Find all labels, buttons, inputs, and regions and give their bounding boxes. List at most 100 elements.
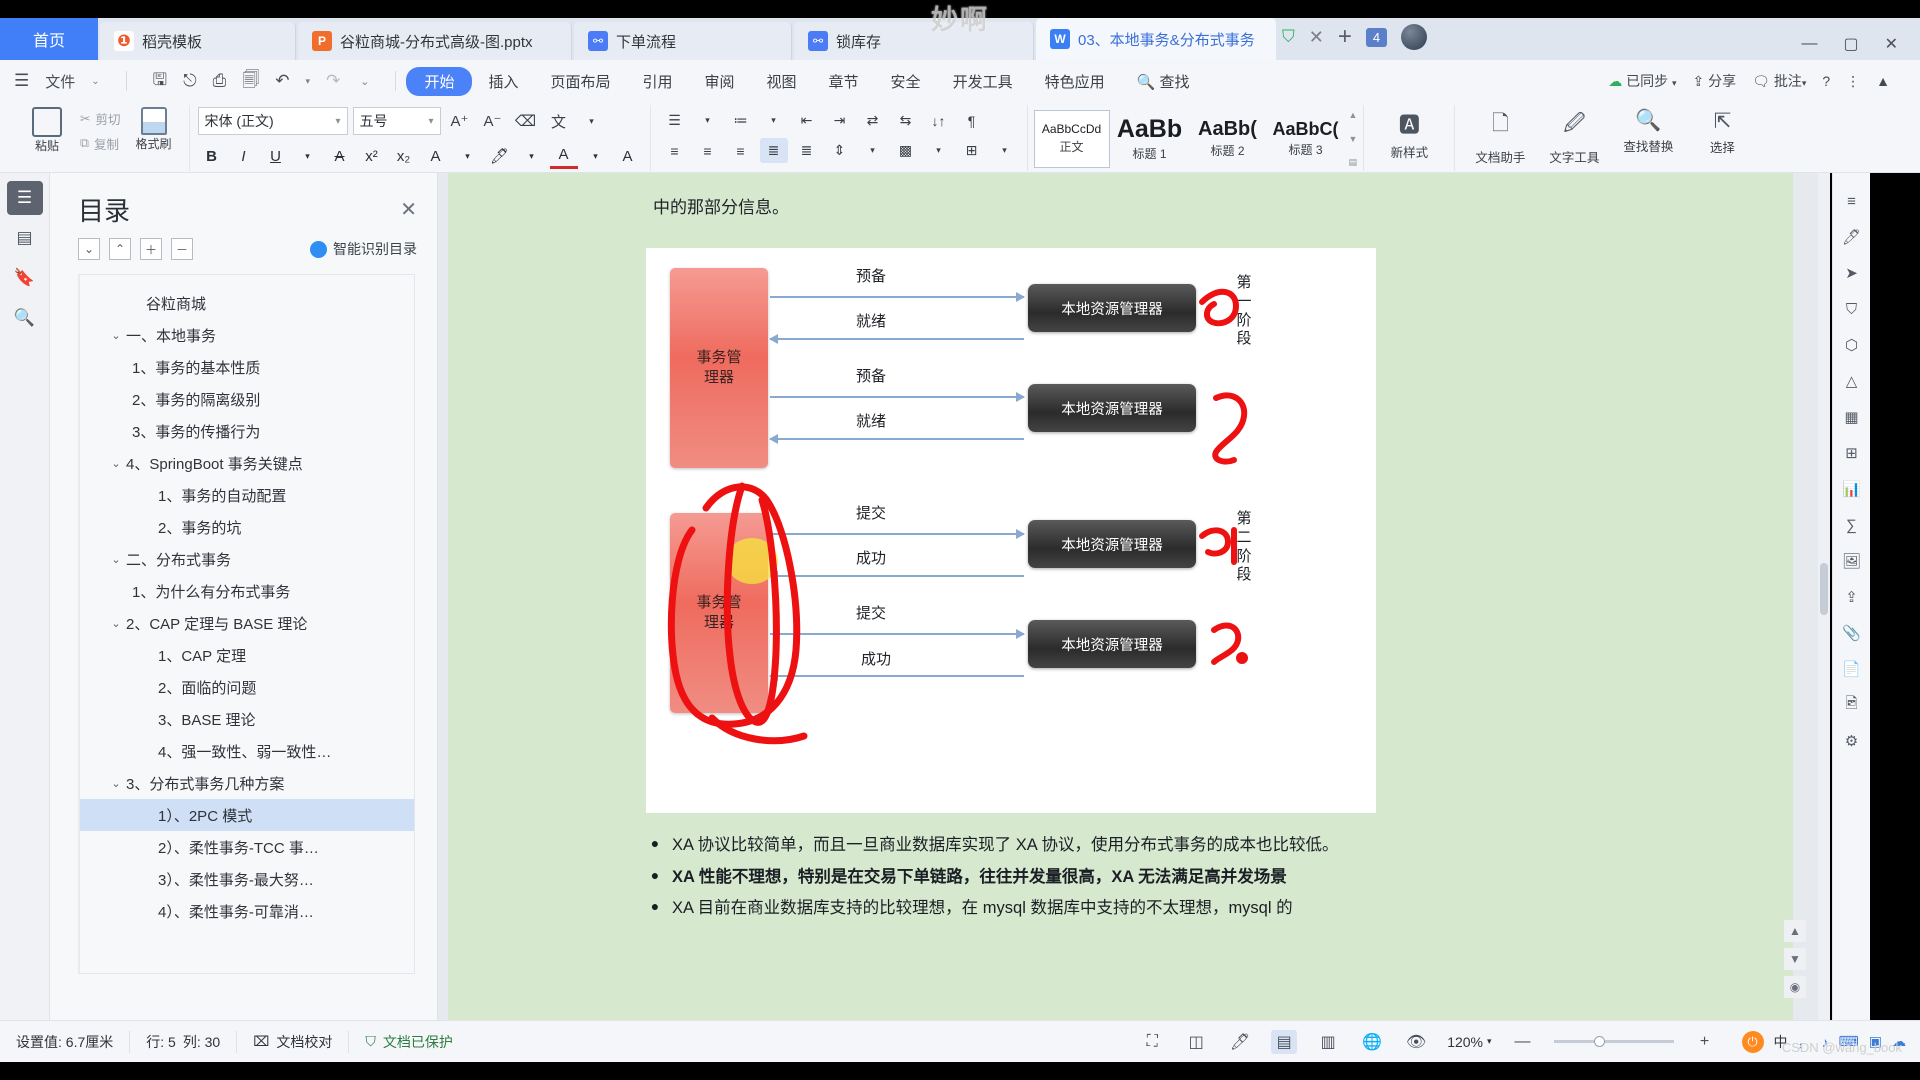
rtl-icon[interactable]: ⇆ bbox=[892, 108, 920, 133]
chevron-down-icon[interactable]: ▾ bbox=[760, 108, 788, 133]
collapse-all-icon[interactable]: ⌄ bbox=[78, 238, 100, 260]
toc-item[interactable]: 2）、柔性事务-TCC 事… bbox=[80, 831, 414, 863]
show-marks-icon[interactable]: ¶ bbox=[958, 108, 986, 133]
style-normal[interactable]: AaBbCcDd 正文 bbox=[1033, 110, 1110, 168]
strikethrough-button[interactable]: A bbox=[326, 143, 354, 169]
shield-tool-icon[interactable]: ⛉ bbox=[1839, 297, 1865, 321]
shield-icon[interactable]: ⛉ bbox=[1282, 27, 1295, 47]
document-page[interactable]: 中的那部分信息。 事务管 理器 本地资源管理器 本地资源管理器 预备 就绪 预备… bbox=[448, 173, 1793, 1020]
chevron-down-icon[interactable]: ▾ bbox=[694, 108, 722, 133]
style-heading-2[interactable]: AaBb( 标题 2 bbox=[1190, 110, 1266, 168]
chart-icon[interactable]: 📊 bbox=[1839, 477, 1865, 501]
char-shading-button[interactable]: A bbox=[614, 143, 642, 169]
table-icon[interactable]: ▦ bbox=[1839, 405, 1865, 429]
zoom-level-label[interactable]: 120% ▾ bbox=[1447, 1034, 1491, 1050]
collapse-ribbon-button[interactable]: ▲ bbox=[1876, 73, 1890, 89]
more-icon[interactable]: ⌄ bbox=[360, 75, 369, 88]
style-heading-1[interactable]: AaBb 标题 1 bbox=[1112, 110, 1188, 168]
proofread-button[interactable]: ⌧ 文档校对 bbox=[237, 1030, 350, 1053]
edit-mode-icon[interactable]: 🖊 bbox=[1227, 1030, 1253, 1054]
pages-panel-icon[interactable]: ▤ bbox=[7, 221, 43, 255]
font-family-select[interactable]: 宋体 (正文) ▾ bbox=[197, 107, 348, 135]
document-area[interactable]: 中的那部分信息。 事务管 理器 本地资源管理器 本地资源管理器 预备 就绪 预备… bbox=[438, 173, 1830, 1020]
share-button[interactable]: ⇪ 分享 bbox=[1693, 71, 1737, 91]
toc-item[interactable]: 3、BASE 理论 bbox=[80, 703, 414, 735]
chevron-down-icon[interactable]: ▾ bbox=[454, 143, 482, 169]
ltr-icon[interactable]: ⇄ bbox=[859, 108, 887, 133]
ribbon-tab-insert[interactable]: 插入 bbox=[472, 67, 534, 96]
toc-item[interactable]: 2、面临的问题 bbox=[80, 671, 414, 703]
document-scrollbar[interactable] bbox=[1818, 173, 1830, 1020]
page-layout-icon[interactable]: ◫ bbox=[1183, 1030, 1209, 1054]
clear-format-icon[interactable]: ⌫ bbox=[512, 107, 540, 135]
collapse-minus-icon[interactable]: － bbox=[171, 238, 193, 260]
toc-item-selected[interactable]: 1）、2PC 模式 bbox=[80, 799, 414, 831]
triangle-icon[interactable]: △ bbox=[1839, 369, 1865, 393]
document-protected-status[interactable]: ⛉ 文档已保护 bbox=[349, 1031, 469, 1053]
reading-layout-icon[interactable]: ▥ bbox=[1315, 1030, 1341, 1054]
style-heading-3[interactable]: AaBbC( 标题 3 bbox=[1268, 110, 1344, 168]
document-scroll-thumb[interactable] bbox=[1820, 563, 1828, 615]
grow-font-button[interactable]: A⁺ bbox=[446, 107, 474, 135]
numbered-list-icon[interactable]: ≔ bbox=[727, 108, 755, 133]
ribbon-tab-references[interactable]: 引用 bbox=[626, 67, 688, 96]
chevron-down-icon[interactable]: ▾ bbox=[578, 107, 606, 135]
select-button[interactable]: ⇱ 选择 bbox=[1685, 105, 1759, 156]
zoom-slider-knob[interactable] bbox=[1593, 1036, 1605, 1047]
shading-icon[interactable]: ▩ bbox=[892, 138, 920, 163]
gear-icon[interactable]: ⚙ bbox=[1839, 729, 1865, 753]
zoom-in-button[interactable]: + bbox=[1692, 1030, 1718, 1054]
toc-item[interactable]: 2、事务的隔离级别 bbox=[80, 383, 414, 415]
toc-item[interactable]: 1、CAP 定理 bbox=[80, 639, 414, 671]
tab-count-badge[interactable]: 4 bbox=[1365, 27, 1388, 47]
shape-icon[interactable]: ⬡ bbox=[1839, 333, 1865, 357]
underline-button[interactable]: U bbox=[262, 143, 290, 169]
toc-item[interactable]: ⌄ 4、SpringBoot 事务关键点 bbox=[80, 447, 414, 479]
print-layout-icon[interactable]: ▤ bbox=[1271, 1029, 1298, 1054]
chevron-down-icon[interactable]: ⌄ bbox=[91, 76, 99, 87]
format-painter-button[interactable]: 格式刷 bbox=[127, 105, 181, 152]
chevron-down-icon[interactable]: ▾ bbox=[294, 143, 322, 169]
menu-icon[interactable]: ☰ bbox=[14, 71, 29, 91]
char-border-button[interactable]: A bbox=[422, 143, 450, 169]
chevron-down-icon[interactable]: ▾ bbox=[582, 143, 610, 169]
equation-icon[interactable]: ∑ bbox=[1839, 513, 1865, 537]
toc-item[interactable]: 2、事务的坑 bbox=[80, 511, 414, 543]
sync-status[interactable]: ☁ 已同步 ▾ bbox=[1608, 71, 1676, 91]
shrink-font-button[interactable]: A⁻ bbox=[479, 107, 507, 135]
avatar[interactable] bbox=[1401, 24, 1428, 50]
minimize-button[interactable]: — bbox=[1801, 35, 1817, 53]
attachment-icon[interactable]: 📎 bbox=[1839, 621, 1865, 645]
export-icon[interactable]: ⇪ bbox=[1839, 585, 1865, 609]
zoom-slider[interactable] bbox=[1553, 1036, 1674, 1047]
tab-order-flow[interactable]: ⚯ 下单流程 bbox=[574, 22, 792, 60]
fullscreen-icon[interactable]: ⛶ bbox=[1139, 1030, 1165, 1054]
sort-icon[interactable]: ↓↑ bbox=[925, 108, 953, 133]
ime-power-icon[interactable]: ⏻ bbox=[1741, 1030, 1764, 1053]
pen-icon[interactable]: 🖊 bbox=[1839, 225, 1865, 249]
tab-lock-inventory[interactable]: ⚯ 锁库存 bbox=[794, 22, 1034, 60]
close-icon[interactable]: ✕ bbox=[400, 197, 417, 222]
search-panel-icon[interactable]: 🔍 bbox=[7, 301, 43, 335]
eye-icon[interactable]: 👁 bbox=[1403, 1030, 1429, 1054]
ribbon-tab-view[interactable]: 视图 bbox=[751, 67, 813, 96]
comment-button[interactable]: 🗨 批注▾ bbox=[1752, 71, 1806, 91]
cut-button[interactable]: ✂ 剪切 bbox=[80, 109, 121, 128]
tab-pptx[interactable]: P 谷粒商城-分布式高级-图.pptx bbox=[298, 22, 572, 60]
gallery-icon[interactable]: 🖻 bbox=[1839, 693, 1865, 717]
toc-list[interactable]: 谷粒商城 ⌄ 一、本地事务 1、事务的基本性质 2、事务的隔离级别 3、事务的传播… bbox=[78, 274, 415, 974]
toc-item[interactable]: 4）、柔性事务-可靠消… bbox=[80, 895, 414, 927]
font-color-button[interactable]: A bbox=[549, 143, 578, 169]
toc-item[interactable]: ⌄ 一、本地事务 bbox=[80, 319, 414, 351]
toc-item[interactable]: ⌄ 二、分布式事务 bbox=[80, 543, 414, 575]
superscript-button[interactable]: x² bbox=[358, 143, 386, 169]
borders-icon[interactable]: ⊞ bbox=[958, 138, 986, 163]
align-left-icon[interactable]: ≡ bbox=[661, 138, 689, 163]
undo-dropdown-icon[interactable]: ▾ bbox=[305, 76, 310, 87]
ribbon-tab-start[interactable]: 开始 bbox=[406, 66, 473, 96]
new-tab-button[interactable]: + bbox=[1338, 23, 1352, 51]
ribbon-tab-section[interactable]: 章节 bbox=[813, 67, 875, 96]
close-icon[interactable]: ✕ bbox=[1309, 27, 1324, 48]
close-window-button[interactable]: ✕ bbox=[1885, 34, 1898, 54]
ribbon-find-button[interactable]: 🔍 查找 bbox=[1121, 67, 1206, 96]
